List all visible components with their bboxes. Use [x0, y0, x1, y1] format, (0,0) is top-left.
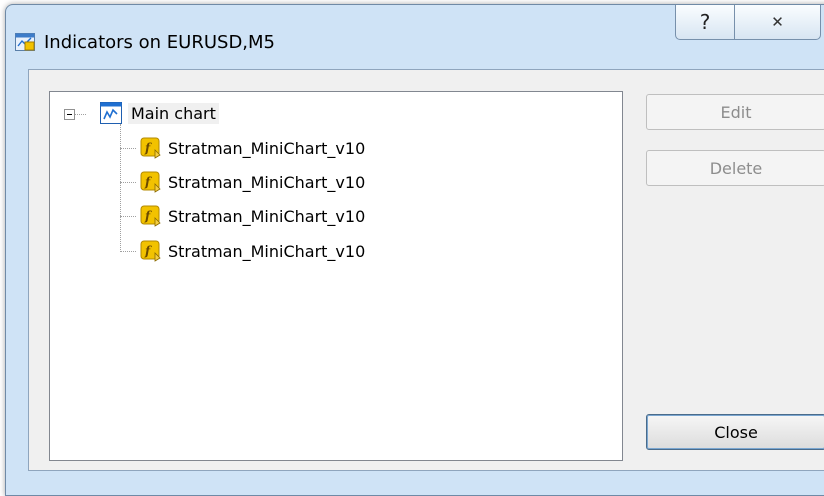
close-button[interactable]: Close — [646, 414, 824, 450]
tree-node-main-chart[interactable]: Main chart — [100, 102, 219, 124]
tree-node-indicator[interactable]: f Stratman_MiniChart_v10 — [140, 205, 365, 227]
delete-button[interactable]: Delete — [646, 150, 824, 186]
dialog-client-area: Main chart f Stratman_MiniChart_v10 f St… — [28, 69, 824, 471]
tree-node-indicator[interactable]: f Stratman_MiniChart_v10 — [140, 137, 365, 159]
help-button[interactable]: ? — [675, 5, 735, 40]
indicators-dialog: Indicators on EURUSD,M5 ? ✕ Main chart f… — [5, 4, 824, 496]
custom-indicator-icon: f — [140, 137, 161, 159]
tree-node-label: Main chart — [128, 102, 219, 124]
tree-node-label: Stratman_MiniChart_v10 — [168, 138, 366, 158]
tree-collapse-toggle[interactable] — [64, 109, 75, 120]
custom-indicator-icon: f — [140, 205, 161, 227]
tree-node-indicator[interactable]: f Stratman_MiniChart_v10 — [140, 240, 365, 262]
tree-node-indicator[interactable]: f Stratman_MiniChart_v10 — [140, 171, 365, 193]
help-icon: ? — [699, 10, 711, 34]
caption-buttons: ? ✕ — [675, 5, 821, 41]
close-icon: ✕ — [771, 13, 784, 31]
custom-indicator-icon: f — [140, 171, 161, 193]
edit-button[interactable]: Edit — [646, 94, 824, 130]
indicators-app-icon — [15, 33, 35, 51]
tree-node-label: Stratman_MiniChart_v10 — [168, 172, 366, 192]
tree-node-label: Stratman_MiniChart_v10 — [168, 206, 366, 226]
tree-node-label: Stratman_MiniChart_v10 — [168, 241, 366, 261]
window-title: Indicators on EURUSD,M5 — [44, 32, 276, 53]
indicators-tree[interactable]: Main chart f Stratman_MiniChart_v10 f St… — [49, 91, 623, 461]
custom-indicator-icon: f — [140, 240, 161, 262]
chart-window-icon — [100, 102, 122, 124]
close-window-button[interactable]: ✕ — [734, 5, 821, 40]
